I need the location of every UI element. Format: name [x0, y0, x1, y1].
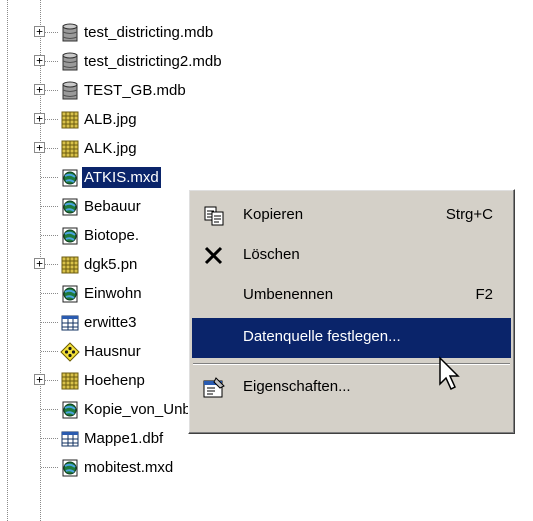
- menu-item-set-data-source[interactable]: Datenquelle festlegen...: [192, 318, 511, 358]
- menu-item-label: Eigenschaften...: [243, 378, 351, 395]
- tree-connector-line: [45, 61, 58, 62]
- tree-connector-line: [45, 32, 58, 33]
- tree-item-label[interactable]: Hausnur: [82, 341, 143, 362]
- expand-plus-icon[interactable]: +: [34, 374, 45, 385]
- menu-item-label: Datenquelle festlegen...: [243, 328, 401, 345]
- map-document-icon: [62, 401, 78, 419]
- tree-item-label[interactable]: Bebauur: [82, 196, 143, 217]
- tree-connector-line: [45, 380, 58, 381]
- tree-item-label[interactable]: test_districting.mdb: [82, 22, 215, 43]
- context-menu: Kopieren Strg+C Löschen Umbenennen F2 Da…: [188, 189, 515, 434]
- map-document-icon: [62, 227, 78, 245]
- map-document-icon: [62, 285, 78, 303]
- tree-connector-line: [41, 351, 58, 352]
- database-icon: [62, 52, 78, 71]
- tree-connector-line: [41, 293, 58, 294]
- raster-image-icon: [61, 372, 79, 390]
- tree-connector-line: [41, 409, 58, 410]
- tree-connector-line: [41, 438, 58, 439]
- menu-item-delete[interactable]: Löschen: [192, 236, 511, 276]
- raster-image-icon: [61, 111, 79, 129]
- tree-item[interactable]: + TEST_GB.mdb: [0, 76, 533, 105]
- tree-item-label[interactable]: ALB.jpg: [82, 109, 139, 130]
- tree-connector-line: [45, 119, 58, 120]
- map-document-icon: [62, 169, 78, 187]
- tree-item[interactable]: + ALK.jpg: [0, 134, 533, 163]
- tree-connector-line: [41, 322, 58, 323]
- expand-plus-icon[interactable]: +: [34, 55, 45, 66]
- tree-item-label[interactable]: Mappe1.dbf: [82, 428, 165, 449]
- tree-connector-line: [45, 264, 58, 265]
- tree-item[interactable]: + test_districting.mdb: [0, 18, 533, 47]
- menu-item-rename[interactable]: Umbenennen F2: [192, 276, 511, 316]
- menu-item-label: Umbenennen: [243, 286, 334, 303]
- expand-plus-icon[interactable]: +: [34, 142, 45, 153]
- map-document-icon: [62, 198, 78, 216]
- tree-item[interactable]: + ALB.jpg: [0, 105, 533, 134]
- database-icon: [62, 81, 78, 100]
- tree-item[interactable]: + test_districting2.mdb: [0, 47, 533, 76]
- tree-connector-line: [45, 90, 58, 91]
- menu-item-label: Kopieren: [243, 206, 304, 223]
- expand-plus-icon[interactable]: +: [34, 113, 45, 124]
- copy-icon: [204, 206, 224, 226]
- tree-item-label[interactable]: erwitte3: [82, 312, 139, 333]
- map-document-icon: [62, 459, 78, 477]
- tree-item-label[interactable]: Einwohn: [82, 283, 144, 304]
- expand-plus-icon[interactable]: +: [34, 26, 45, 37]
- raster-image-icon: [61, 256, 79, 274]
- tree-item-label[interactable]: dgk5.pn: [82, 254, 139, 275]
- expand-plus-icon[interactable]: +: [34, 258, 45, 269]
- tree-connector-line: [45, 148, 58, 149]
- menu-item-shortcut: Strg+C: [445, 206, 493, 223]
- expand-plus-icon[interactable]: +: [34, 84, 45, 95]
- menu-separator: [193, 363, 510, 365]
- tree-item-label-selected[interactable]: ATKIS.mxd: [82, 167, 161, 188]
- menu-item-properties[interactable]: Eigenschaften...: [192, 368, 511, 408]
- tree-item-label[interactable]: mobitest.mxd: [82, 457, 175, 478]
- tree-item[interactable]: ATKIS.mxd: [0, 163, 533, 192]
- menu-item-shortcut: F2: [475, 286, 493, 303]
- properties-icon: [203, 377, 225, 398]
- table-icon: [61, 431, 79, 447]
- tree-item-label[interactable]: Hoehenp: [82, 370, 147, 391]
- raster-image-icon: [61, 140, 79, 158]
- tree-connector-line: [41, 235, 58, 236]
- tree-item-label[interactable]: ALK.jpg: [82, 138, 139, 159]
- tree-connector-line: [41, 206, 58, 207]
- database-icon: [62, 23, 78, 42]
- delete-x-icon: [204, 246, 223, 265]
- tree-connector-line: [41, 467, 58, 468]
- menu-item-copy[interactable]: Kopieren Strg+C: [192, 196, 511, 236]
- address-locator-icon: [60, 342, 80, 362]
- tree-item[interactable]: mobitest.mxd: [0, 453, 533, 482]
- tree-item-label[interactable]: test_districting2.mdb: [82, 51, 224, 72]
- tree-item-label[interactable]: Biotope.: [82, 225, 141, 246]
- mouse-pointer-icon: [439, 356, 460, 391]
- table-icon: [61, 315, 79, 331]
- menu-item-label: Löschen: [243, 246, 300, 263]
- tree-item-label[interactable]: TEST_GB.mdb: [82, 80, 188, 101]
- tree-connector-line: [41, 177, 58, 178]
